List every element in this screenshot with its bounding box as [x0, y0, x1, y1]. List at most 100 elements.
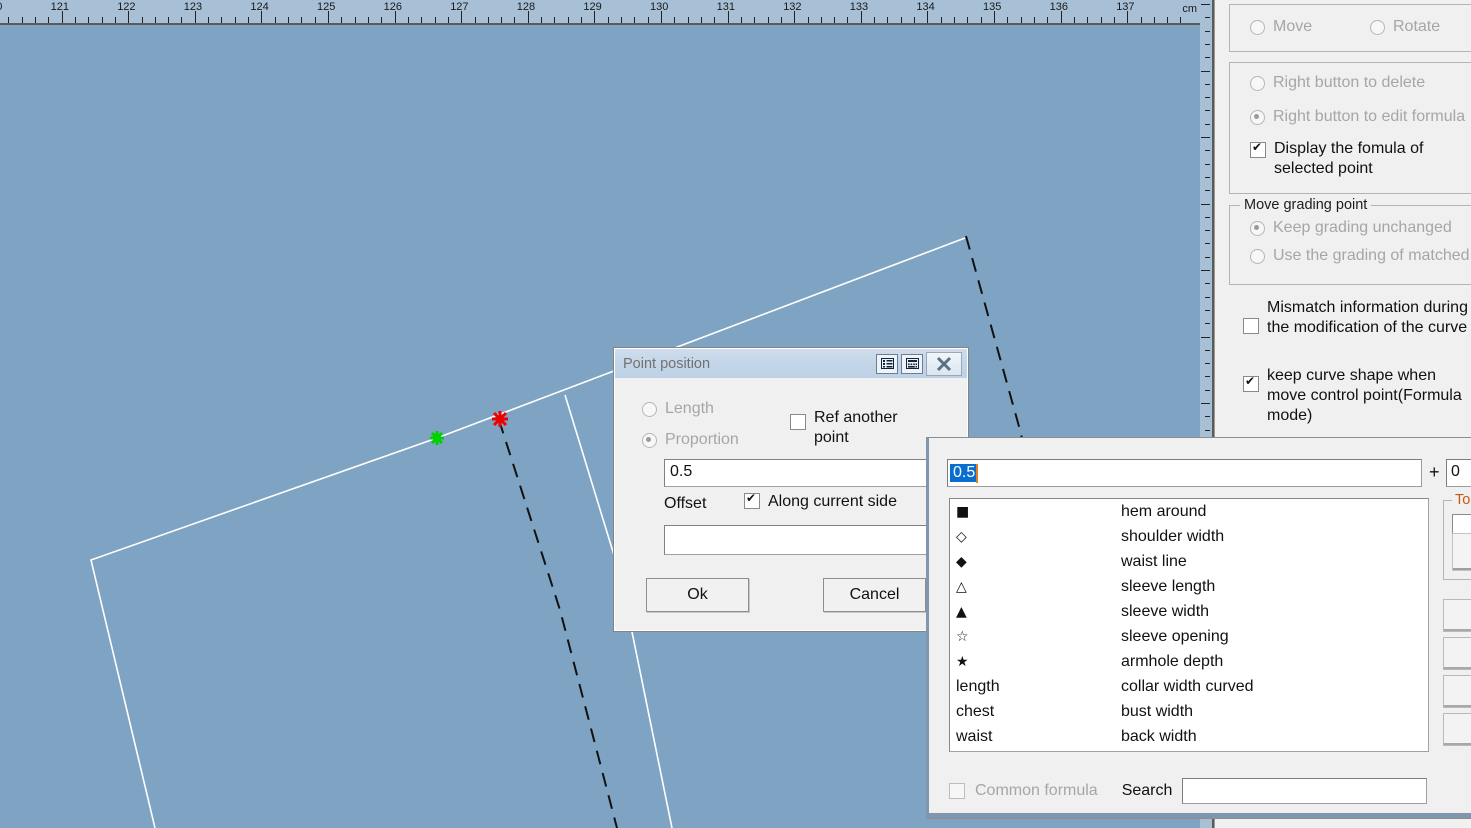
keypad-button-4[interactable]: 4: [1443, 637, 1471, 670]
ruler-minor-tick: [621, 17, 623, 23]
ruler-minor-tick: [434, 17, 436, 23]
ruler-minor-tick: [314, 17, 316, 23]
grading-dash-left: [498, 419, 618, 828]
ruler-minor-tick: [74, 17, 76, 23]
along-current-side-label: Along current side: [768, 493, 897, 510]
red-point-marker[interactable]: [492, 411, 508, 427]
ruler-tick-label: 128: [516, 1, 536, 13]
ruler-minor-tick: [514, 17, 516, 23]
ruler-minor-tick: [447, 17, 449, 23]
ruler-tick-label: 126: [383, 1, 402, 13]
keypad-button-7[interactable]: 7: [1443, 675, 1471, 708]
list-item[interactable]: △ sleeve length: [950, 574, 1428, 599]
checkbox-display-formula[interactable]: Display the fomula of selected point: [1250, 139, 1465, 179]
formula-constant-input[interactable]: 0: [1446, 459, 1471, 487]
common-formula-checkbox[interactable]: [949, 783, 965, 799]
ruler-minor-tick: [700, 17, 702, 23]
radio-rotate[interactable]: Rotate: [1370, 17, 1440, 37]
radio-right-button-delete[interactable]: Right button to delete: [1250, 73, 1425, 93]
ruler-tick-label: 133: [849, 1, 869, 13]
tolerance-checkbox[interactable]: [1452, 514, 1471, 534]
ruler-minor-tick: [114, 17, 116, 23]
point-value-input[interactable]: 0.5: [664, 459, 956, 487]
vruler-tick: [1205, 57, 1210, 58]
list-item[interactable]: ☆ sleeve opening: [950, 624, 1428, 649]
ruler-minor-tick: [367, 17, 369, 23]
checkbox-ref-another-point[interactable]: Ref another point: [790, 408, 910, 448]
list-item[interactable]: chest bust width: [950, 699, 1428, 724]
measure-name: sleeve width: [1121, 602, 1210, 620]
list-item[interactable]: ◆ waist line: [950, 549, 1428, 574]
keep-curve-checkbox-box: [1243, 374, 1259, 392]
measure-name: shoulder width: [1121, 527, 1225, 545]
ruler-minor-tick: [154, 17, 156, 23]
point-position-dialog[interactable]: Point position Length Proportion Ref ano…: [613, 347, 969, 632]
formula-measure-list[interactable]: ■ hem around ◇ shoulder width ◆ waist li…: [949, 498, 1429, 752]
radio-move[interactable]: Move: [1250, 17, 1312, 37]
formula-expression-input[interactable]: 0.5: [947, 459, 1422, 487]
keypad-button-0[interactable]: 0: [1443, 713, 1471, 746]
tolerance-group-title: Tol: [1452, 492, 1471, 508]
list-item[interactable]: length collar width curved: [950, 674, 1428, 699]
plus-operator-label: +: [1429, 462, 1440, 482]
list-view-icon[interactable]: [876, 353, 898, 374]
radio-delete-label: Right button to delete: [1273, 74, 1426, 91]
vruler-tick: [1201, 137, 1210, 138]
measure-symbol: ■: [956, 503, 970, 520]
ruler-minor-tick: [1047, 17, 1049, 23]
ruler-tick-label: 125: [317, 1, 336, 13]
vruler-tick: [1205, 17, 1210, 18]
right-button-group: Right button to delete Right button to e…: [1229, 62, 1471, 194]
point-position-titlebar[interactable]: Point position: [615, 349, 967, 378]
measure-symbol: chest: [956, 702, 995, 720]
ruler-minor-tick: [168, 17, 170, 23]
list-item[interactable]: ★ armhole depth: [950, 649, 1428, 674]
vruler-tick: [1205, 350, 1210, 351]
search-input[interactable]: [1182, 778, 1428, 804]
calculator-glyph: [905, 358, 919, 369]
cancel-button[interactable]: Cancel: [823, 578, 926, 612]
ruler-minor-tick: [354, 17, 356, 23]
radio-proportion-label: Proportion: [665, 431, 739, 448]
formula-expression-selected-text: 0.5: [950, 464, 977, 482]
ruler-minor-tick: [1100, 17, 1102, 23]
radio-right-button-edit-formula[interactable]: Right button to edit formula: [1250, 107, 1465, 127]
vruler-tick: [1205, 97, 1210, 98]
list-item[interactable]: waist back width: [950, 724, 1428, 749]
horizontal-ruler[interactable]: cm 120 121 122 123 124 125 126 127 128 129 130 131 1…: [0, 0, 1200, 25]
keypad-button-1[interactable]: 1: [1443, 599, 1471, 632]
radio-proportion[interactable]: Proportion: [642, 430, 739, 450]
radio-move-circle: [1250, 20, 1265, 35]
radio-keep-grading[interactable]: Keep grading unchanged: [1250, 218, 1452, 238]
vruler-tick: [1205, 363, 1210, 364]
ruler-unit-label: cm: [1182, 3, 1197, 15]
vruler-tick: [1205, 297, 1210, 298]
ruler-minor-tick: [1073, 17, 1075, 23]
radio-proportion-circle: [642, 433, 657, 448]
measure-symbol: waist: [956, 727, 993, 745]
app-root: cm 120 121 122 123 124 125 126 127 128 129 130 131 1…: [0, 0, 1471, 828]
vruler-tick: [1201, 204, 1210, 205]
ruler-baseline: [0, 23, 1200, 25]
ruler-minor-tick: [740, 17, 742, 23]
ruler-minor-tick: [887, 17, 889, 23]
ruler-minor-tick: [1140, 17, 1142, 23]
radio-use-matched-grading[interactable]: Use the grading of matched point: [1250, 246, 1471, 266]
list-item[interactable]: ▲ sleeve width: [950, 599, 1428, 624]
tolerance-value-box[interactable]: [1452, 533, 1471, 571]
checkbox-mismatch-information[interactable]: Mismatch information during the modifica…: [1243, 298, 1468, 338]
list-item[interactable]: ■ hem around: [950, 499, 1428, 524]
close-icon[interactable]: [926, 351, 962, 376]
radio-keep-grading-label: Keep grading unchanged: [1273, 219, 1452, 236]
ruler-minor-tick: [714, 17, 716, 23]
green-point-marker[interactable]: [430, 431, 444, 445]
list-item[interactable]: ◇ shoulder width: [950, 524, 1428, 549]
offset-input[interactable]: [664, 525, 956, 555]
vruler-tick: [1205, 84, 1210, 85]
checkbox-keep-curve-shape[interactable]: keep curve shape when move control point…: [1243, 366, 1468, 426]
ok-button[interactable]: Ok: [646, 578, 749, 612]
calculator-icon[interactable]: [901, 353, 923, 374]
vruler-tick: [1205, 323, 1210, 324]
radio-length[interactable]: Length: [642, 399, 714, 419]
checkbox-along-current-side[interactable]: Along current side: [744, 491, 897, 512]
